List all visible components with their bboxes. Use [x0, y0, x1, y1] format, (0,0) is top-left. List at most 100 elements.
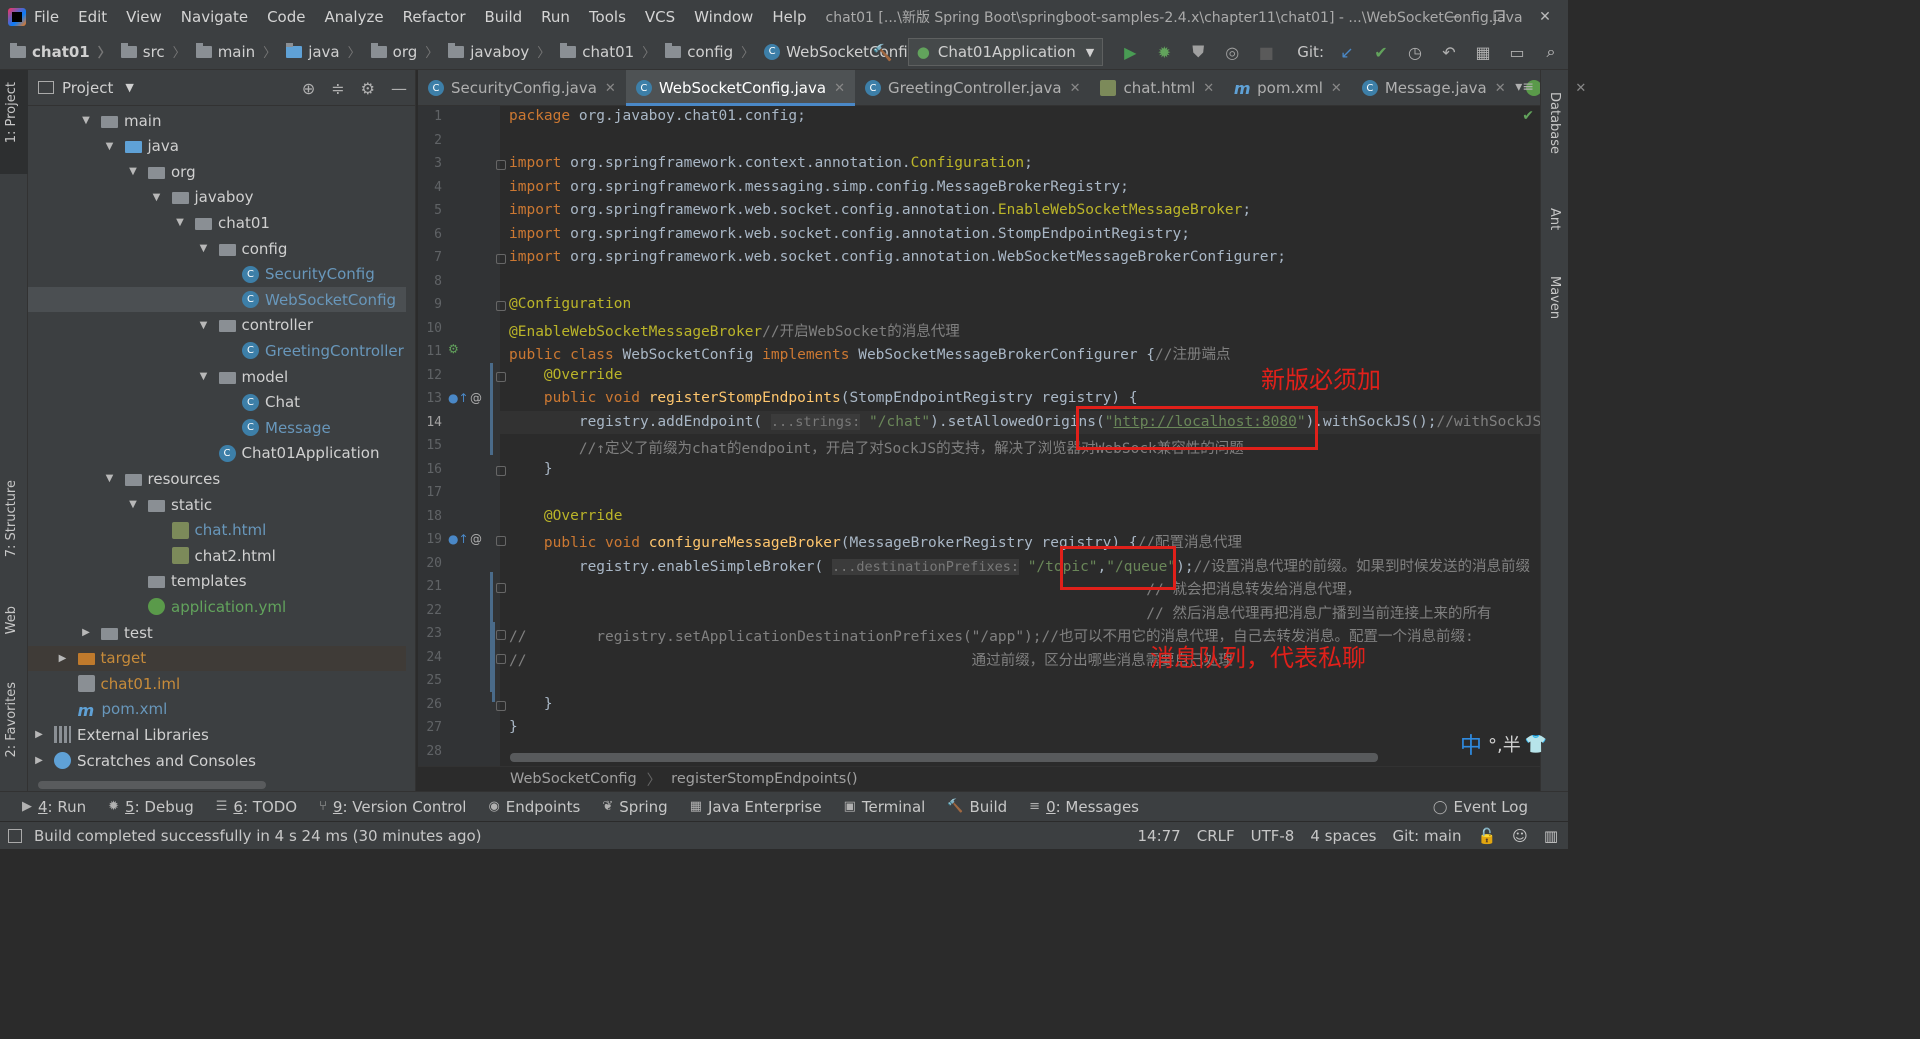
- menu-help[interactable]: Help: [772, 8, 806, 26]
- expanded-arrow-icon[interactable]: ▼: [126, 499, 140, 510]
- breadcrumb-javaboy[interactable]: javaboy 〉: [438, 42, 550, 61]
- fold-marker-icon[interactable]: [496, 536, 506, 546]
- locate-icon[interactable]: ⊕: [302, 79, 315, 98]
- close-icon[interactable]: ✕: [1203, 81, 1214, 96]
- tool-java-enterprise[interactable]: ▦ Java Enterprise: [690, 798, 822, 816]
- close-icon[interactable]: ✕: [605, 81, 616, 96]
- crumb-class[interactable]: WebSocketConfig: [510, 771, 637, 787]
- horizontal-scrollbar[interactable]: [38, 781, 266, 789]
- override-icon[interactable]: ●↑: [448, 391, 469, 405]
- toggle-tool-windows-icon[interactable]: [8, 828, 22, 843]
- expanded-arrow-icon[interactable]: ▼: [150, 192, 164, 203]
- menu-navigate[interactable]: Navigate: [181, 8, 248, 26]
- restore-icon[interactable]: ❐: [1476, 0, 1522, 34]
- run-icon[interactable]: ▶: [1119, 41, 1141, 63]
- tree-item[interactable]: C WebSocketConfig: [28, 287, 406, 313]
- fold-marker-icon[interactable]: [496, 583, 506, 593]
- inspector-icon[interactable]: ☺: [1512, 827, 1528, 845]
- tab-list-icon[interactable]: ▾≡: [1515, 79, 1534, 95]
- menu-file[interactable]: File: [34, 8, 59, 26]
- expanded-arrow-icon[interactable]: ▼: [79, 115, 93, 126]
- menu-analyze[interactable]: Analyze: [324, 8, 383, 26]
- crumb-method[interactable]: registerStompEndpoints(): [671, 771, 857, 787]
- tree-item[interactable]: ▼ java: [28, 134, 406, 159]
- memory-icon[interactable]: ▥: [1544, 827, 1558, 845]
- code-editor[interactable]: 1 2 3 4 5 6 7 8 9 10 11 12 13 14 15 16 17 18 19 20 21 22 23 24 2…: [418, 106, 1540, 766]
- menu-code[interactable]: Code: [267, 8, 305, 26]
- tool-spring[interactable]: ❦ Spring: [602, 798, 667, 816]
- tree-item[interactable]: C Message: [28, 415, 406, 440]
- tree-item[interactable]: C GreetingController: [28, 338, 406, 363]
- tree-item[interactable]: C SecurityConfig: [28, 262, 406, 287]
- tree-item[interactable]: m pom.xml: [28, 697, 406, 722]
- collapsed-arrow-icon[interactable]: ▶: [79, 627, 93, 638]
- tab-pom-xml[interactable]: m pom.xml ✕: [1224, 70, 1352, 106]
- file-encoding[interactable]: UTF-8: [1251, 827, 1295, 845]
- tool-todo[interactable]: ☰ 6: TODO: [216, 798, 297, 816]
- tree-item[interactable]: ▼ config: [28, 236, 406, 261]
- tool-tab-database[interactable]: Database: [1547, 92, 1562, 154]
- stop-icon[interactable]: ■: [1255, 41, 1277, 63]
- menu-run[interactable]: Run: [541, 8, 570, 26]
- lock-icon[interactable]: 🔓: [1477, 827, 1496, 845]
- close-icon[interactable]: ✕: [1575, 81, 1586, 96]
- tool-tab-favorites[interactable]: 2: Favorites: [4, 682, 19, 758]
- tree-item[interactable]: ▼ controller: [28, 313, 406, 338]
- tab-securityconfig[interactable]: C SecurityConfig.java ✕: [418, 70, 626, 106]
- menu-refactor[interactable]: Refactor: [403, 8, 466, 26]
- tab-greetingcontroller[interactable]: C GreetingController.java ✕: [855, 70, 1091, 106]
- run-configuration-selector[interactable]: ● Chat01Application ▼: [907, 38, 1104, 66]
- menu-vcs[interactable]: VCS: [645, 8, 675, 26]
- line-separator[interactable]: CRLF: [1197, 827, 1235, 845]
- tool-build[interactable]: 🔨 Build: [947, 798, 1007, 816]
- tool-messages[interactable]: ≡ 0: Messages: [1029, 798, 1139, 816]
- tree-item[interactable]: chat01.iml: [28, 671, 406, 696]
- collapsed-arrow-icon[interactable]: ▶: [32, 755, 46, 766]
- expanded-arrow-icon[interactable]: ▼: [197, 320, 211, 331]
- tab-websocketconfig[interactable]: C WebSocketConfig.java ✕: [625, 70, 856, 106]
- fold-marker-icon[interactable]: [496, 160, 506, 170]
- breadcrumb-chat01[interactable]: chat01 〉: [550, 42, 655, 61]
- breadcrumb-main[interactable]: main 〉: [186, 42, 276, 61]
- fold-marker-icon[interactable]: [496, 371, 506, 382]
- tree-item[interactable]: ▼ javaboy: [28, 185, 406, 210]
- git-update-icon[interactable]: ↙: [1336, 41, 1358, 63]
- tool-tab-ant[interactable]: Ant: [1547, 208, 1562, 230]
- tool-version-control[interactable]: ⑂ 9: Version Control: [319, 798, 466, 816]
- coverage-icon[interactable]: ⛊: [1187, 41, 1209, 63]
- fold-marker-icon[interactable]: [496, 301, 506, 311]
- project-view-selector[interactable]: Project: [62, 79, 113, 97]
- tree-item[interactable]: ▼ org: [28, 159, 406, 184]
- collapse-all-icon[interactable]: ≑: [331, 79, 344, 98]
- build-hammer-icon[interactable]: 🔨: [872, 41, 894, 63]
- tree-item[interactable]: ▶ External Libraries: [28, 722, 406, 747]
- expanded-arrow-icon[interactable]: ▼: [173, 217, 187, 228]
- tree-item[interactable]: chat.html: [28, 518, 406, 543]
- breadcrumb-project[interactable]: chat01 〉: [0, 42, 111, 61]
- chevron-down-icon[interactable]: ▼: [125, 81, 133, 94]
- menu-view[interactable]: View: [126, 8, 162, 26]
- close-icon[interactable]: ✕: [834, 81, 845, 96]
- fold-marker-icon[interactable]: [496, 653, 506, 664]
- collapsed-arrow-icon[interactable]: ▶: [32, 729, 46, 740]
- breadcrumb-src[interactable]: src 〉: [111, 42, 186, 61]
- expanded-arrow-icon[interactable]: ▼: [197, 371, 211, 382]
- hide-icon[interactable]: —: [391, 79, 407, 98]
- fold-marker-icon[interactable]: [496, 700, 506, 711]
- expanded-arrow-icon[interactable]: ▼: [197, 243, 211, 254]
- close-icon[interactable]: ✕: [1522, 0, 1568, 34]
- git-history-icon[interactable]: ◷: [1404, 41, 1426, 63]
- expanded-arrow-icon[interactable]: ▼: [126, 166, 140, 177]
- git-commit-icon[interactable]: ✔: [1370, 41, 1392, 63]
- git-branch[interactable]: Git: main: [1393, 827, 1462, 845]
- spring-bean-icon[interactable]: ⚙: [448, 342, 459, 356]
- git-rollback-icon[interactable]: ↶: [1438, 41, 1460, 63]
- tool-endpoints[interactable]: ◉ Endpoints: [488, 798, 580, 816]
- expanded-arrow-icon[interactable]: ▼: [103, 473, 117, 484]
- menu-tools[interactable]: Tools: [589, 8, 626, 26]
- tool-run[interactable]: ▶ 4: Run: [22, 798, 86, 816]
- tree-item[interactable]: C Chat01Application: [28, 441, 406, 466]
- tree-item[interactable]: ▼ main: [28, 108, 406, 133]
- tab-chat-html[interactable]: chat.html ✕: [1090, 70, 1224, 106]
- close-icon[interactable]: ✕: [1070, 81, 1081, 96]
